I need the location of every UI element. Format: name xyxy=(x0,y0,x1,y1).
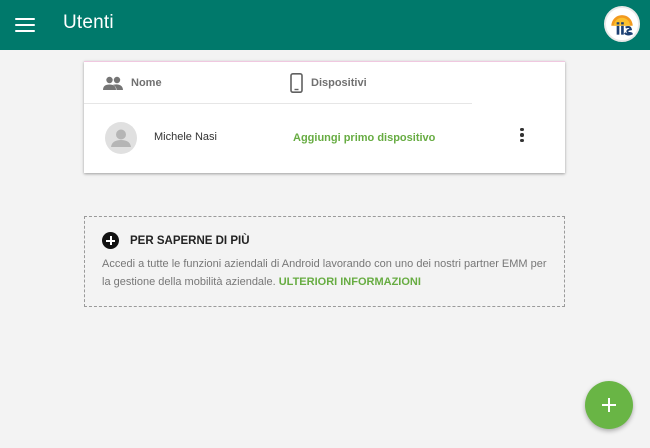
users-card: Nome Dispositivi Michele Nasi Aggiungi p… xyxy=(84,61,565,173)
add-first-device-link[interactable]: Aggiungi primo dispositivo xyxy=(293,132,435,144)
column-label-devices: Dispositivi xyxy=(311,77,367,89)
add-circle-icon xyxy=(102,232,119,249)
add-user-button[interactable] xyxy=(585,381,633,429)
user-name: Michele Nasi xyxy=(154,131,217,143)
avatar xyxy=(105,122,137,154)
account-logo-icon[interactable] xyxy=(604,6,640,42)
learn-more-text: Accedi a tutte le funzioni aziendali di … xyxy=(102,255,550,291)
table-row: Michele Nasi Aggiungi primo dispositivo xyxy=(84,104,565,172)
people-icon xyxy=(103,76,123,90)
learn-more-title-text: PER SAPERNE DI PIÙ xyxy=(130,234,250,247)
more-vert-icon[interactable] xyxy=(512,124,532,146)
column-header-devices: Dispositivi xyxy=(290,62,367,104)
table-header: Nome Dispositivi xyxy=(84,62,565,104)
page-title: Utenti xyxy=(63,12,114,33)
column-label-name: Nome xyxy=(131,77,162,89)
smartphone-icon xyxy=(290,73,303,93)
app-bar: Utenti xyxy=(0,0,650,50)
column-header-name: Nome xyxy=(103,62,162,104)
learn-more-box: PER SAPERNE DI PIÙ Accedi a tutte le fun… xyxy=(84,216,565,307)
user-avatar-icon xyxy=(111,129,131,147)
menu-icon[interactable] xyxy=(14,15,36,35)
learn-more-title: PER SAPERNE DI PIÙ xyxy=(102,232,250,249)
more-info-link[interactable]: ULTERIORI INFORMAZIONI xyxy=(279,276,421,288)
